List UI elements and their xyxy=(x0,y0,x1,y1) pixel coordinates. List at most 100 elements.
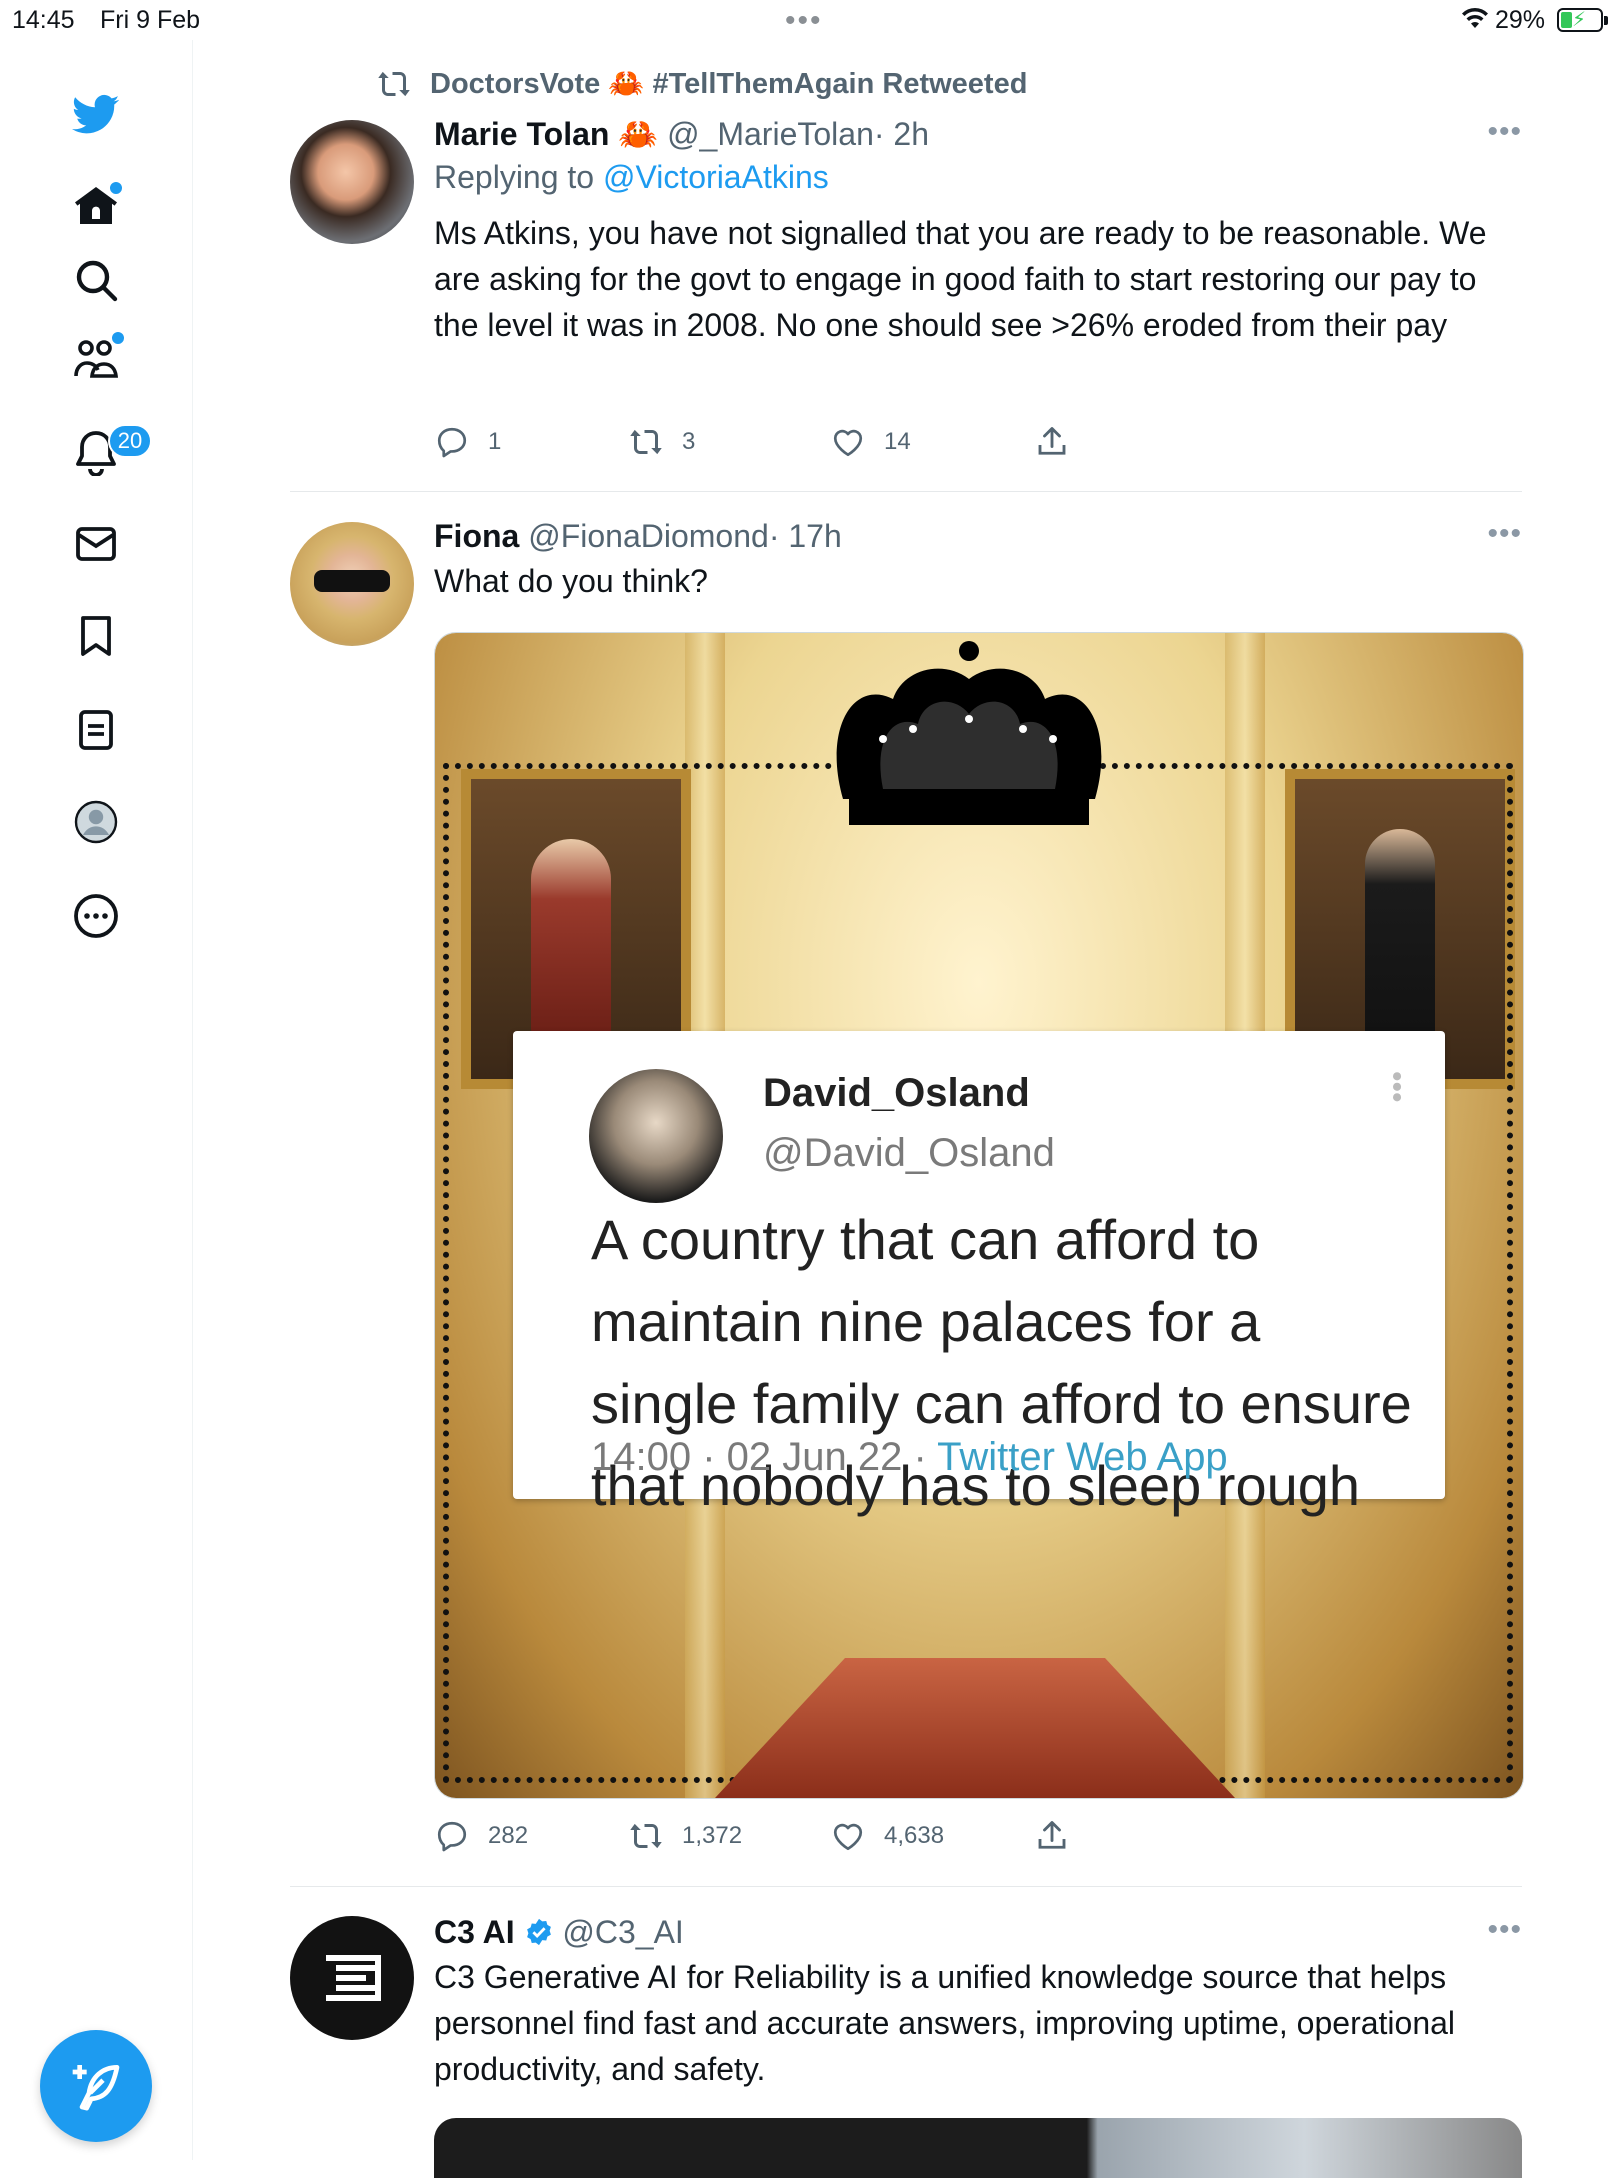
like-count: 14 xyxy=(884,428,911,455)
like-count: 4,638 xyxy=(884,1822,945,1849)
more-options-icon[interactable]: ••• xyxy=(1487,1910,1522,1950)
quoted-time: 14:00 · 02 Jun 22 · xyxy=(591,1435,938,1479)
tweet-actions: 1 3 14 xyxy=(434,424,1134,464)
status-time: 14:45 xyxy=(12,6,75,34)
tweet-body: Marie Tolan 🦀 @_MarieTolan· 2h ••• Reply… xyxy=(434,114,1522,458)
replying-to-link[interactable]: @VictoriaAtkins xyxy=(603,159,829,195)
bookmark-icon xyxy=(81,616,111,656)
reply-icon xyxy=(437,1821,467,1852)
home-unread-dot xyxy=(108,180,124,196)
profile-icon xyxy=(74,800,118,844)
sunglasses xyxy=(314,570,390,592)
nav-explore[interactable] xyxy=(68,252,124,308)
quoted-avatar xyxy=(589,1069,723,1203)
share-icon xyxy=(1038,1821,1066,1849)
tweet-media-image[interactable] xyxy=(434,2118,1522,2178)
retweeted-by-label: DoctorsVote 🦀 #TellThemAgain Retweeted xyxy=(430,68,1028,100)
reply-icon xyxy=(437,427,467,458)
compose-button[interactable] xyxy=(40,2030,152,2142)
reply-count: 1 xyxy=(488,428,502,455)
tweet-body: Fiona @FionaDiomond· 17h ••• What do you… xyxy=(434,516,1522,604)
like-button[interactable]: 14 xyxy=(830,424,911,460)
tweet-divider xyxy=(290,491,1522,492)
nav-communities[interactable] xyxy=(68,330,126,386)
quoted-app: Twitter Web App xyxy=(937,1435,1228,1479)
avatar[interactable] xyxy=(290,120,414,244)
tweet-text: What do you think? xyxy=(434,563,708,599)
battery-level xyxy=(1561,12,1572,28)
retweet-button[interactable]: 3 xyxy=(628,424,695,460)
quoted-more-icon: ••• xyxy=(1380,1071,1413,1103)
tweet-header: Marie Tolan 🦀 @_MarieTolan· 2h ••• xyxy=(434,114,1522,154)
retweet-button[interactable]: 1,372 xyxy=(628,1818,742,1854)
sidebar: 20 xyxy=(0,40,193,2160)
reply-count: 282 xyxy=(488,1822,529,1849)
tweet-text: Ms Atkins, you have not signalled that y… xyxy=(434,215,1487,343)
bird-icon xyxy=(72,94,120,134)
battery-percent: 29% xyxy=(1495,6,1546,34)
share-icon xyxy=(1038,427,1066,455)
heart-icon xyxy=(833,1823,863,1851)
search-icon xyxy=(76,260,118,302)
retweet-count: 1,372 xyxy=(682,1822,743,1849)
retweet-icon xyxy=(630,1823,662,1849)
c3-ai-avatar[interactable] xyxy=(290,1916,414,2040)
c3-logo-icon xyxy=(326,1955,381,2001)
retweet-icon xyxy=(378,71,410,97)
heart-icon xyxy=(833,429,863,457)
tweet-actions: 282 1,372 4,638 xyxy=(434,1818,1134,1858)
share-button[interactable] xyxy=(1034,424,1070,460)
envelope-icon xyxy=(76,527,116,561)
notification-badge: 20 xyxy=(108,424,152,458)
display-name[interactable]: C3 AI xyxy=(434,1914,515,1950)
nav-profile[interactable] xyxy=(68,794,124,850)
compose-feather-icon xyxy=(72,2065,120,2111)
status-bar: 14:45 Fri 9 Feb ••• 29% ⚡ xyxy=(0,0,1620,40)
user-handle[interactable]: @FionaDiomond xyxy=(528,518,769,554)
share-button[interactable] xyxy=(1034,1818,1070,1854)
tweet-media-image[interactable]: David_Osland @David_Osland ••• A country… xyxy=(434,632,1524,1799)
user-handle[interactable]: @C3_AI xyxy=(562,1914,683,1950)
retweet-count: 3 xyxy=(682,428,696,455)
list-icon xyxy=(79,710,113,750)
twitter-logo-button[interactable] xyxy=(68,86,124,142)
nav-lists[interactable] xyxy=(68,702,124,758)
tweet-header: Fiona @FionaDiomond· 17h ••• xyxy=(434,516,1522,556)
reply-button[interactable]: 1 xyxy=(434,424,501,460)
reply-button[interactable]: 282 xyxy=(434,1818,528,1854)
user-handle[interactable]: @_MarieTolan xyxy=(667,116,874,152)
status-date: Fri 9 Feb xyxy=(100,6,201,34)
verified-badge-icon xyxy=(526,1918,551,1946)
avatar[interactable] xyxy=(290,522,414,646)
retweet-icon xyxy=(630,429,662,455)
tweet-body: C3 AI @C3_AI ••• C3 Generative AI for Re… xyxy=(434,1912,1522,2092)
communities-unread-dot xyxy=(110,330,126,346)
crown-icon xyxy=(836,641,1102,825)
tweet-time[interactable]: · 2h xyxy=(874,116,929,152)
charging-bolt-icon: ⚡ xyxy=(1572,9,1587,31)
tweet-divider xyxy=(290,1886,1522,1887)
nav-more[interactable] xyxy=(68,888,124,944)
nav-bookmarks[interactable] xyxy=(68,608,124,664)
quoted-meta: 14:00 · 02 Jun 22 · Twitter Web App xyxy=(591,1435,1228,1480)
wifi-icon xyxy=(1460,4,1490,37)
more-options-icon[interactable]: ••• xyxy=(1487,112,1522,152)
battery-icon: ⚡ xyxy=(1557,8,1608,32)
display-name[interactable]: Marie Tolan 🦀 xyxy=(434,116,658,152)
multitask-dots[interactable]: ••• xyxy=(785,4,823,38)
tweet-time[interactable]: · 17h xyxy=(769,518,842,554)
tweet-text: C3 Generative AI for Reliability is a un… xyxy=(434,1959,1456,2087)
replying-to-label: Replying to xyxy=(434,159,603,195)
quoted-tweet-card: David_Osland @David_Osland ••• A country… xyxy=(513,1031,1445,1517)
like-button[interactable]: 4,638 xyxy=(830,1818,944,1854)
more-options-icon[interactable]: ••• xyxy=(1487,514,1522,554)
nav-notifications[interactable]: 20 xyxy=(68,424,152,480)
nav-home[interactable] xyxy=(68,178,124,234)
tweet-header: C3 AI @C3_AI ••• xyxy=(434,1912,1522,1952)
retweet-context[interactable]: DoctorsVote 🦀 #TellThemAgain Retweeted xyxy=(376,66,1027,102)
replying-to: Replying to @VictoriaAtkins xyxy=(434,154,1522,200)
quoted-name: David_Osland xyxy=(763,1071,1030,1115)
nav-messages[interactable] xyxy=(68,516,124,572)
display-name[interactable]: Fiona xyxy=(434,518,519,554)
quoted-handle: @David_Osland xyxy=(763,1131,1055,1175)
